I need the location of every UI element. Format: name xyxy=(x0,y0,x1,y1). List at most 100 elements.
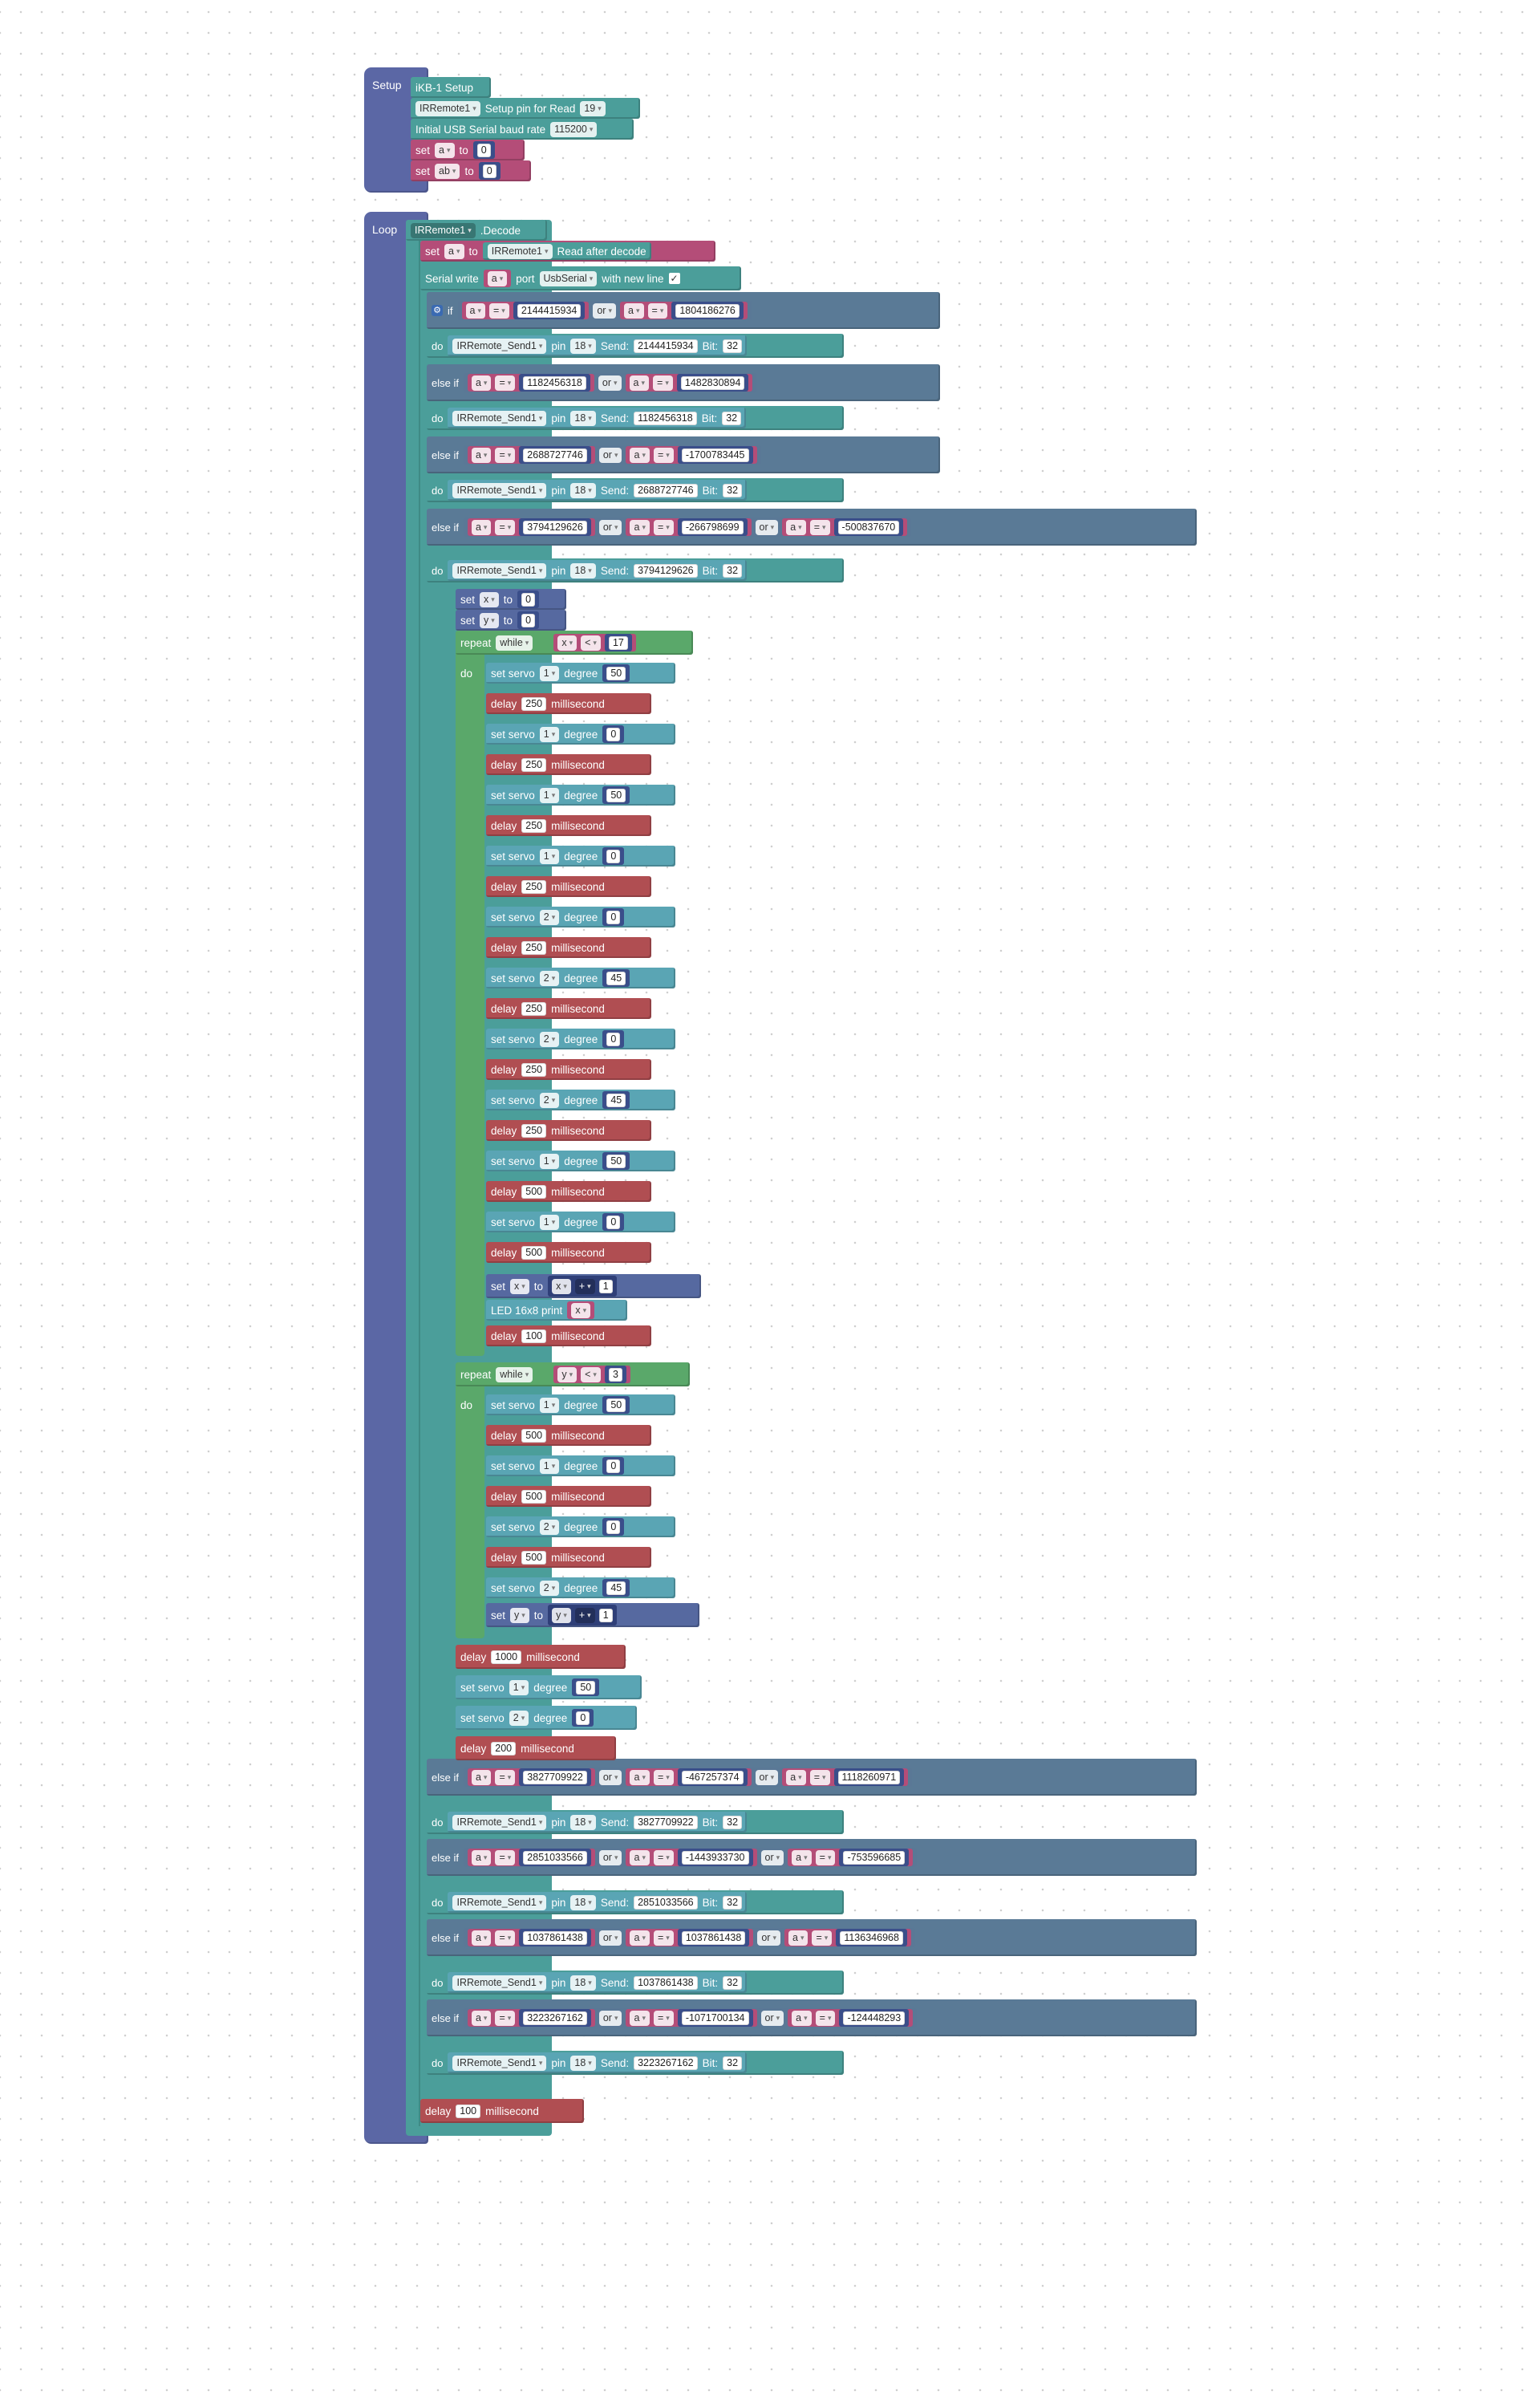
ir-send-block[interactable]: IRRemote_Send1 pin 18 Send: 3827709922 B… xyxy=(448,1812,748,1833)
y-less-than-block[interactable]: y < 3 xyxy=(553,1366,630,1383)
set-servo-block[interactable]: set servo 2 degree 45 xyxy=(486,1577,675,1598)
compare-value[interactable]: -753596685 xyxy=(843,1850,906,1865)
set-servo-block[interactable]: set servo 1 degree 50 xyxy=(456,1675,642,1699)
send-pin-dropdown[interactable]: 18 xyxy=(570,1894,596,1910)
send-value[interactable]: 2688727746 xyxy=(634,483,698,497)
send-value[interactable]: 1037861438 xyxy=(634,1975,698,1990)
do-row-3[interactable]: do IRRemote_Send1 pin 18 Send: 379412962… xyxy=(427,558,844,582)
plus-dropdown[interactable]: + xyxy=(574,1278,595,1294)
compare-block[interactable]: a = 1136346968 xyxy=(784,1929,911,1946)
servo-degree-value[interactable]: 0 xyxy=(606,1520,621,1534)
compare-value[interactable]: 2851033566 xyxy=(523,1850,587,1865)
var-a-dropdown[interactable]: a xyxy=(786,1769,806,1785)
delay-value[interactable]: 500 xyxy=(521,1245,547,1260)
servo-degree-value[interactable]: 0 xyxy=(606,1459,621,1473)
x-less-than-block[interactable]: x < 17 xyxy=(553,634,636,651)
set-servo-block[interactable]: set servo 2 degree 45 xyxy=(486,1090,675,1110)
send-value[interactable]: 3223267162 xyxy=(634,2056,698,2070)
set-a-read-block[interactable]: set a to IRRemote1 Read after decode xyxy=(420,241,715,262)
delay-block[interactable]: delay 250 millisecond xyxy=(486,815,651,836)
set-servo-block[interactable]: set servo 1 degree 0 xyxy=(486,724,675,745)
equals-dropdown[interactable]: = xyxy=(495,375,516,391)
send-device-dropdown[interactable]: IRRemote_Send1 xyxy=(452,410,547,426)
baud-dropdown[interactable]: 115200 xyxy=(550,121,598,137)
set-ab-block[interactable]: set ab to 0 xyxy=(411,160,531,181)
delay-value[interactable]: 200 xyxy=(491,1741,517,1756)
equals-dropdown[interactable]: = xyxy=(653,1769,674,1785)
set-servo-block[interactable]: set servo 1 degree 0 xyxy=(486,846,675,867)
if-gear-icon[interactable]: ⚙ xyxy=(432,305,443,316)
servo-number-dropdown[interactable]: 1 xyxy=(539,1397,560,1413)
or-dropdown[interactable]: or xyxy=(598,2010,622,2026)
compare-value[interactable]: 1182456318 xyxy=(523,375,586,390)
or-dropdown[interactable]: or xyxy=(755,1769,779,1785)
do-row-5[interactable]: do IRRemote_Send1 pin 18 Send: 285103356… xyxy=(427,1890,844,1914)
servo-number-dropdown[interactable]: 2 xyxy=(539,970,560,986)
send-pin-dropdown[interactable]: 18 xyxy=(570,1975,596,1991)
delay-block[interactable]: delay 250 millisecond xyxy=(486,693,651,714)
send-device-dropdown[interactable]: IRRemote_Send1 xyxy=(452,482,547,498)
workspace[interactable] xyxy=(0,0,1540,2407)
var-a-dropdown[interactable]: a xyxy=(465,302,485,319)
var-a-dropdown[interactable]: a xyxy=(471,447,492,463)
servo-number-dropdown[interactable]: 2 xyxy=(509,1710,529,1726)
delay-value[interactable]: 100 xyxy=(521,1329,547,1343)
set-servo-block[interactable]: set servo 1 degree 50 xyxy=(486,1151,675,1171)
send-pin-dropdown[interactable]: 18 xyxy=(570,2055,596,2071)
if-condition-row-1[interactable]: else if a = 1182456318 or a = 1482830894 xyxy=(427,364,940,401)
servo-degree-value[interactable]: 45 xyxy=(606,1093,626,1107)
bits-value[interactable]: 32 xyxy=(723,1895,743,1910)
compare-value[interactable]: -1443933730 xyxy=(681,1850,749,1865)
var-a-dropdown[interactable]: a xyxy=(630,1849,650,1865)
ir-send-block[interactable]: IRRemote_Send1 pin 18 Send: 2688727746 B… xyxy=(448,480,748,501)
delay-value[interactable]: 250 xyxy=(521,1062,547,1077)
equals-dropdown[interactable]: = xyxy=(809,519,830,535)
servo-degree-value[interactable]: 0 xyxy=(606,727,621,741)
serial-init-block[interactable]: Initial USB Serial baud rate 115200 xyxy=(411,119,634,140)
equals-dropdown[interactable]: = xyxy=(488,302,509,319)
set-servo-block[interactable]: set servo 1 degree 0 xyxy=(486,1455,675,1476)
final-delay-block[interactable]: delay 100 millisecond xyxy=(420,2099,584,2123)
var-a-dropdown[interactable]: a xyxy=(471,519,492,535)
delay-value[interactable]: 500 xyxy=(521,1489,547,1504)
equals-dropdown[interactable]: = xyxy=(809,1769,830,1785)
var-a-dropdown[interactable]: a xyxy=(471,2010,492,2026)
do-row-7[interactable]: do IRRemote_Send1 pin 18 Send: 322326716… xyxy=(427,2051,844,2075)
compare-block[interactable]: a = 1037861438 xyxy=(467,1929,595,1946)
ir-pin-dropdown[interactable]: 19 xyxy=(580,100,606,116)
equals-dropdown[interactable]: = xyxy=(653,2010,674,2026)
var-a-dropdown[interactable]: a xyxy=(624,302,644,319)
compare-value[interactable]: -1700783445 xyxy=(681,448,749,462)
var-a-dropdown[interactable]: a xyxy=(792,1849,812,1865)
ir-send-block[interactable]: IRRemote_Send1 pin 18 Send: 1037861438 B… xyxy=(448,1972,748,1993)
while-dropdown[interactable]: while xyxy=(496,1366,533,1382)
delay-block[interactable]: delay 500 millisecond xyxy=(486,1547,651,1568)
delay-value[interactable]: 250 xyxy=(521,1123,547,1138)
or-block[interactable]: a = 1182456318 or a = 1482830894 xyxy=(463,373,757,392)
serial-write-block[interactable]: Serial write a port UsbSerial with new l… xyxy=(420,266,741,290)
send-value[interactable]: 1182456318 xyxy=(634,411,697,425)
bits-value[interactable]: 32 xyxy=(723,483,743,497)
servo-degree-value[interactable]: 0 xyxy=(606,1032,621,1046)
led-print-block[interactable]: LED 16x8 print x xyxy=(486,1300,627,1321)
var-x-dropdown[interactable]: x xyxy=(510,1278,529,1294)
compare-value[interactable]: 2144415934 xyxy=(517,303,582,318)
or-block[interactable]: a = 3794129626 or a = -266798699 or a = … xyxy=(463,518,912,537)
decode-device-dropdown[interactable]: IRRemote1 xyxy=(411,222,476,238)
servo-degree-value[interactable]: 50 xyxy=(606,1398,626,1412)
var-ab-dropdown[interactable]: ab xyxy=(435,163,460,179)
set-a-block[interactable]: set a to 0 xyxy=(411,140,525,160)
or-dropdown[interactable]: or xyxy=(598,1849,622,1865)
send-pin-dropdown[interactable]: 18 xyxy=(570,482,596,498)
y-limit-value[interactable]: 3 xyxy=(608,1367,622,1382)
send-device-dropdown[interactable]: IRRemote_Send1 xyxy=(452,1814,547,1830)
servo-number-dropdown[interactable]: 1 xyxy=(539,787,560,803)
servo-number-dropdown[interactable]: 1 xyxy=(509,1679,529,1695)
equals-dropdown[interactable]: = xyxy=(495,1849,516,1865)
delay-block[interactable]: delay 250 millisecond xyxy=(486,754,651,775)
repeat-while-y-block[interactable]: repeat while y < 3 xyxy=(456,1362,690,1386)
newline-checkbox[interactable]: ✓ xyxy=(668,273,680,284)
or-block[interactable]: a = 3827709922 or a = -467257374 or a = … xyxy=(463,1768,913,1787)
compare-value[interactable]: -500837670 xyxy=(837,520,900,534)
ir-send-block[interactable]: IRRemote_Send1 pin 18 Send: 3223267162 B… xyxy=(448,2052,748,2073)
